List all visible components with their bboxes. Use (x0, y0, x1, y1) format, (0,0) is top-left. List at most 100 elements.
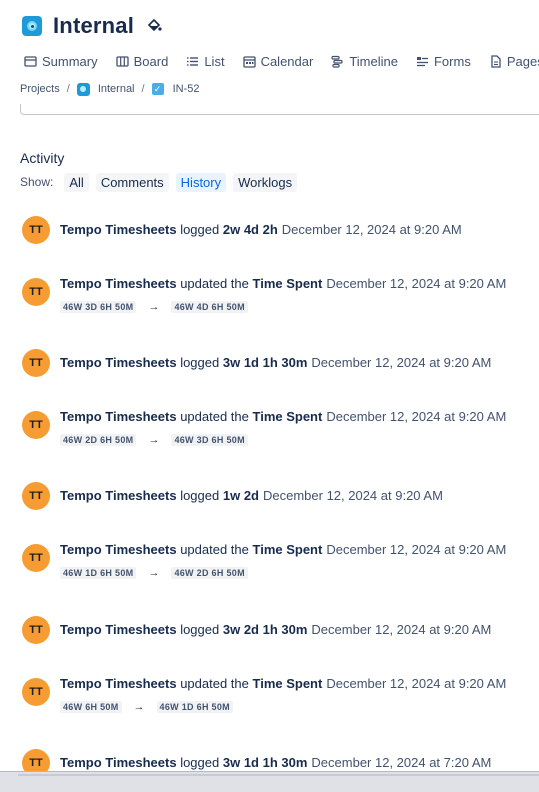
tab-label: Summary (42, 53, 98, 69)
entry-target: Time Spent (252, 676, 323, 691)
value-change: 46W 3D 6H 50M → 46W 4D 6H 50M (60, 301, 506, 313)
entry-verb: updated the (180, 676, 249, 691)
entry-author[interactable]: Tempo Timesheets (60, 622, 177, 637)
page-title: Internal (53, 13, 135, 38)
entry-timestamp: December 12, 2024 at 9:20 AM (326, 676, 507, 691)
history-entry: TT Tempo Timesheets logged 2w 4d 2h Decem… (22, 216, 462, 244)
entry-timestamp: December 12, 2024 at 9:20 AM (311, 355, 492, 370)
breadcrumb: Projects / Internal / ✓ IN-52 (20, 80, 199, 98)
calendar-icon (242, 55, 256, 68)
entry-author[interactable]: Tempo Timesheets (60, 355, 177, 370)
tab-pages[interactable]: Pages (489, 54, 539, 69)
entry-verb: updated the (180, 276, 249, 291)
avatar[interactable]: TT (22, 678, 50, 706)
filter-all-button[interactable]: All (64, 172, 89, 192)
entry-author[interactable]: Tempo Timesheets (60, 542, 177, 557)
breadcrumb-separator: / (141, 83, 145, 95)
horizontal-scrollbar[interactable] (0, 771, 539, 792)
history-entry: TT Tempo Timesheets updated the Time Spe… (22, 270, 506, 313)
activity-filter-bar: Show: All Comments History Worklogs (20, 172, 298, 192)
entry-timestamp: December 12, 2024 at 9:20 AM (326, 409, 507, 424)
avatar[interactable]: TT (22, 482, 50, 510)
entry-author[interactable]: Tempo Timesheets (60, 488, 177, 503)
tab-label: List (204, 53, 225, 69)
tab-timeline[interactable]: Timeline (331, 54, 398, 69)
value-change: 46W 6H 50M → 46W 1D 6H 50M (60, 701, 506, 713)
entry-verb: logged (180, 622, 220, 637)
forms-icon (416, 56, 428, 66)
tab-label: Calendar (260, 53, 314, 69)
history-entry: TT Tempo Timesheets logged 1w 2d December… (22, 482, 443, 510)
entry-author[interactable]: Tempo Timesheets (60, 755, 177, 770)
value-change: 46W 1D 6H 50M → 46W 2D 6H 50M (60, 567, 506, 579)
change-arrow: → (133, 701, 145, 713)
show-label: Show: (20, 175, 54, 189)
project-avatar-icon (76, 82, 90, 96)
old-value-lozenge: 46W 3D 6H 50M (60, 301, 137, 313)
entry-author[interactable]: Tempo Timesheets (60, 276, 177, 291)
entry-author[interactable]: Tempo Timesheets (60, 676, 177, 691)
history-entry: TT Tempo Timesheets updated the Time Spe… (22, 536, 506, 579)
change-arrow: → (148, 301, 160, 313)
entry-timestamp: December 12, 2024 at 9:20 AM (262, 488, 443, 503)
avatar[interactable]: TT (22, 216, 50, 244)
history-entry: TT Tempo Timesheets updated the Time Spe… (22, 403, 506, 446)
entry-target: 2w 4d 2h (222, 222, 278, 237)
entry-verb: logged (180, 488, 220, 503)
entry-target: 3w 1d 1h 30m (222, 755, 308, 770)
tab-label: Timeline (349, 53, 398, 69)
entry-target: 1w 2d (222, 488, 259, 503)
entry-timestamp: December 12, 2024 at 9:20 AM (326, 276, 507, 291)
entry-author[interactable]: Tempo Timesheets (60, 409, 177, 424)
tab-forms[interactable]: Forms (416, 54, 471, 69)
activity-heading: Activity (20, 150, 65, 166)
timeline-icon (331, 55, 343, 68)
value-change: 46W 2D 6H 50M → 46W 3D 6H 50M (60, 434, 506, 446)
entry-author[interactable]: Tempo Timesheets (60, 222, 177, 237)
scrollbar-thumb[interactable] (18, 774, 539, 776)
entry-target: Time Spent (252, 542, 323, 557)
entry-target: Time Spent (252, 409, 323, 424)
tab-list[interactable]: List (186, 53, 225, 69)
avatar[interactable]: TT (22, 278, 50, 306)
entry-timestamp: December 12, 2024 at 9:20 AM (281, 222, 462, 237)
project-avatar-icon (22, 16, 42, 36)
avatar[interactable]: TT (22, 616, 50, 644)
project-tabs: Summary Board List Calendar Timeline For… (24, 51, 539, 71)
old-value-lozenge: 46W 2D 6H 50M (60, 434, 137, 446)
tab-label: Pages (506, 53, 539, 69)
tab-label: Board (133, 53, 169, 69)
entry-timestamp: December 12, 2024 at 9:20 AM (311, 622, 492, 637)
filter-history-button[interactable]: History (175, 172, 227, 192)
description-editor-edge (20, 104, 539, 115)
entry-verb: logged (180, 355, 220, 370)
new-value-lozenge: 46W 1D 6H 50M (156, 701, 233, 713)
avatar[interactable]: TT (22, 411, 50, 439)
avatar[interactable]: TT (22, 349, 50, 377)
board-icon (115, 55, 129, 67)
filter-comments-button[interactable]: Comments (95, 172, 169, 192)
tab-calendar[interactable]: Calendar (242, 53, 314, 69)
entry-verb: updated the (180, 542, 249, 557)
tab-board[interactable]: Board (115, 53, 169, 69)
entry-verb: updated the (180, 409, 249, 424)
entry-verb: logged (180, 222, 220, 237)
paint-bucket-icon[interactable] (146, 18, 162, 34)
change-arrow: → (148, 434, 160, 446)
tab-summary[interactable]: Summary (24, 54, 98, 69)
entry-verb: logged (180, 755, 220, 770)
breadcrumb-issue-link[interactable]: IN-52 (173, 83, 200, 95)
breadcrumb-projects-link[interactable]: Projects (20, 83, 60, 95)
new-value-lozenge: 46W 4D 6H 50M (171, 301, 248, 313)
filter-worklogs-button[interactable]: Worklogs (233, 172, 298, 192)
new-value-lozenge: 46W 2D 6H 50M (171, 567, 248, 579)
breadcrumb-project-link[interactable]: Internal (98, 83, 135, 95)
entry-target: 3w 1d 1h 30m (222, 355, 308, 370)
history-entry: TT Tempo Timesheets logged 3w 1d 1h 30m D… (22, 349, 491, 377)
avatar[interactable]: TT (22, 544, 50, 572)
summary-icon (24, 55, 37, 67)
change-arrow: → (148, 567, 160, 579)
breadcrumb-separator: / (66, 83, 70, 95)
task-type-icon: ✓ (151, 83, 164, 95)
entry-target: 3w 2d 1h 30m (222, 622, 308, 637)
